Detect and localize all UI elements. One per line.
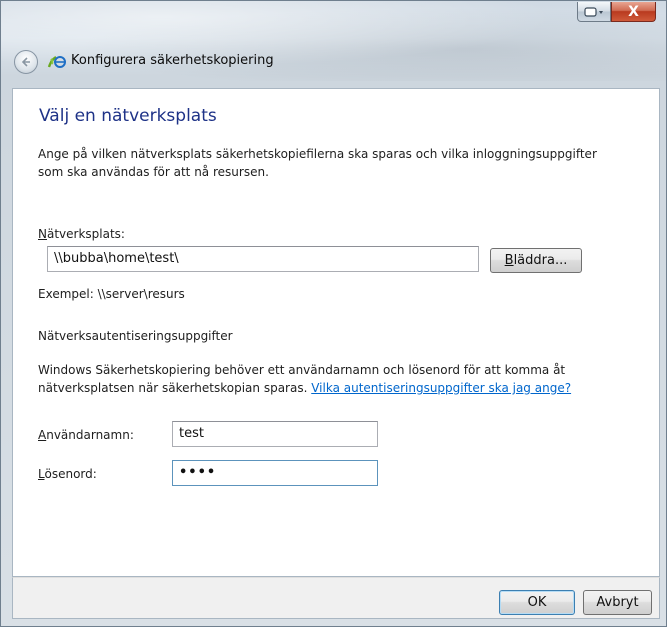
close-button[interactable]: X [611, 2, 656, 22]
close-icon: X [628, 3, 639, 20]
backup-app-icon [47, 56, 66, 68]
password-label-rest: ösenord: [44, 467, 97, 481]
network-location-input[interactable]: \\bubba\home\test\ [47, 246, 479, 272]
cancel-button[interactable]: Avbryt [583, 590, 652, 615]
window-title: Konfigurera säkerhetskopiering [71, 53, 274, 68]
username-label-rest: nvändarnamn: [46, 428, 134, 442]
window-menu-button[interactable] [577, 2, 611, 22]
intro-text: Ange på vilken nätverksplats säkerhetsko… [38, 145, 597, 181]
browse-button[interactable]: Bläddra... [490, 248, 582, 273]
username-accel: A [38, 428, 47, 442]
page-heading: Välj en nätverksplats [39, 106, 217, 126]
credentials-description: Windows Säkerhetskopiering behöver ett a… [38, 361, 571, 397]
caption-buttons: X [577, 2, 656, 22]
credentials-section-title: Nätverksautentiseringsuppgifter [38, 329, 233, 343]
credentials-desc-line-2: nätverksplatsen när säkerhetskopian spar… [38, 381, 308, 395]
password-label: Lösenord: [38, 465, 97, 483]
window-switch-icon [584, 6, 603, 17]
intro-line-2: som ska användas för att nå resursen. [38, 165, 269, 179]
credentials-help-link[interactable]: Vilka autentiseringsuppgifter ska jag an… [311, 381, 571, 395]
credentials-desc-line-1: Windows Säkerhetskopiering behöver ett a… [38, 363, 566, 377]
network-location-label: Nätverksplats: [38, 225, 125, 243]
navigation-bar: Konfigurera säkerhetskopiering [9, 41, 660, 81]
username-input[interactable]: test [172, 421, 378, 447]
back-button[interactable] [14, 50, 38, 74]
browse-accel: B [504, 253, 514, 268]
password-input[interactable]: •••• [172, 460, 378, 486]
ok-button[interactable]: OK [499, 590, 575, 615]
example-text: Exempel: \\server\resurs [38, 287, 185, 301]
network-location-accel: N [38, 227, 47, 241]
browse-label-rest: läddra... [513, 253, 568, 268]
username-label: Användarnamn: [38, 426, 134, 444]
intro-line-1: Ange på vilken nätverksplats säkerhetsko… [38, 147, 597, 161]
network-location-label-rest: ätverksplats: [46, 227, 125, 241]
back-arrow-icon [21, 57, 30, 67]
